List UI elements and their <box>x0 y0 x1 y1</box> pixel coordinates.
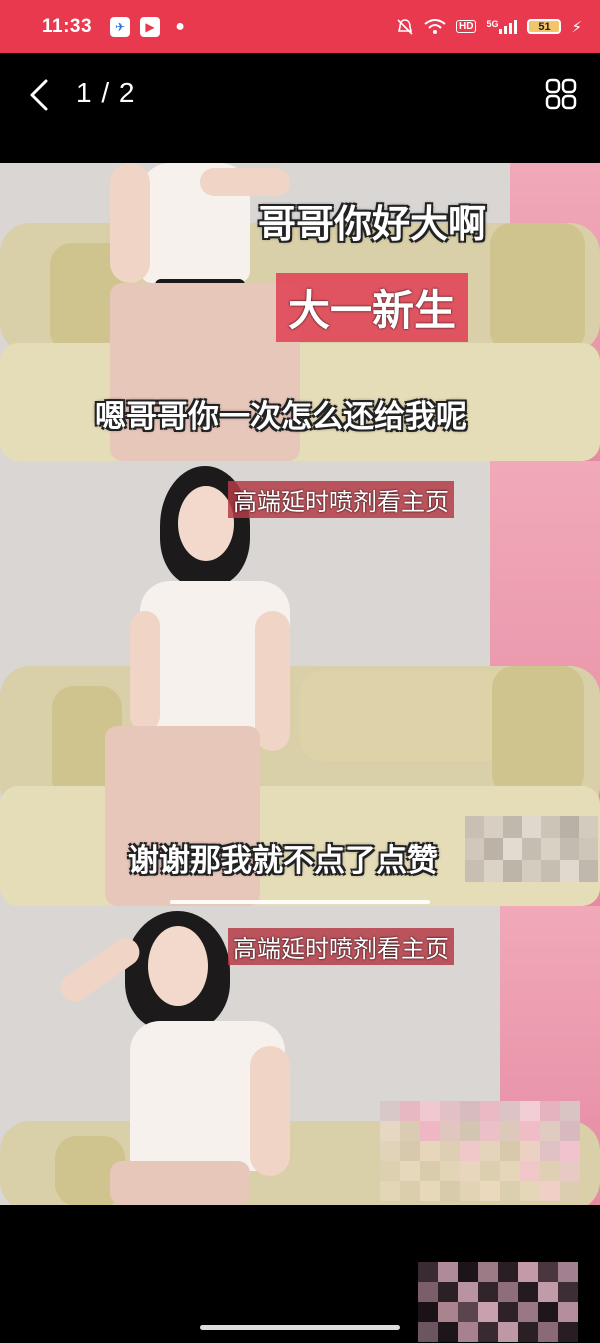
wechat-icon: ● <box>175 17 185 35</box>
battery-icon: 51 <box>527 19 562 34</box>
image-panel-2: 高端延时喷剂看主页 谢谢那我就不点了点赞 <box>0 461 600 906</box>
bird-app-icon: ✈ <box>110 16 131 37</box>
panel-3-mosaic <box>380 1101 580 1201</box>
image-viewer-nav: 1 / 2 <box>0 53 600 163</box>
status-bar: 11:33 ✈ ▶ ● HD 5G 51 ⚡ <box>0 0 600 53</box>
panel-2-ad-caption: 高端延时喷剂看主页 <box>228 481 454 518</box>
image-panel-3: 高端延时喷剂看主页 <box>0 906 600 1205</box>
page-counter: 1 / 2 <box>76 77 136 108</box>
bottom-mosaic <box>418 1262 578 1342</box>
signal-group: 5G <box>486 18 518 34</box>
panel-2-subtitle: 谢谢那我就不点了点赞 <box>128 843 438 878</box>
panel-divider-indicator <box>170 900 430 904</box>
grid-view-icon[interactable] <box>544 77 578 111</box>
network-type: 5G <box>486 18 499 29</box>
chevron-left-icon[interactable] <box>24 75 58 115</box>
panel-1-tag-caption: 大一新生 <box>276 273 469 342</box>
status-indicators: HD 5G 51 ⚡ <box>396 18 582 36</box>
image-panel-1: 哥哥你好大啊 大一新生 嗯哥哥你一次怎么还给我呢 <box>0 163 600 461</box>
panel-3-ad-caption: 高端延时喷剂看主页 <box>228 928 454 965</box>
video-app-icon: ▶ <box>140 16 161 37</box>
wifi-icon <box>424 18 446 34</box>
signal-icon <box>499 19 518 34</box>
image-content[interactable]: 哥哥你好大啊 大一新生 嗯哥哥你一次怎么还给我呢 高端延时喷剂看主页 谢谢那我就… <box>0 163 600 1205</box>
mute-bell-icon <box>397 18 413 35</box>
hd-icon: HD <box>455 20 477 33</box>
status-time: 11:33 <box>42 15 93 37</box>
panel-1-top-caption: 哥哥你好大啊 <box>258 204 487 246</box>
panel-1-subtitle: 嗯哥哥你一次怎么还给我呢 <box>95 399 467 434</box>
panel-2-mosaic <box>465 816 598 882</box>
home-indicator[interactable] <box>200 1325 400 1330</box>
charging-icon: ⚡ <box>571 18 582 36</box>
